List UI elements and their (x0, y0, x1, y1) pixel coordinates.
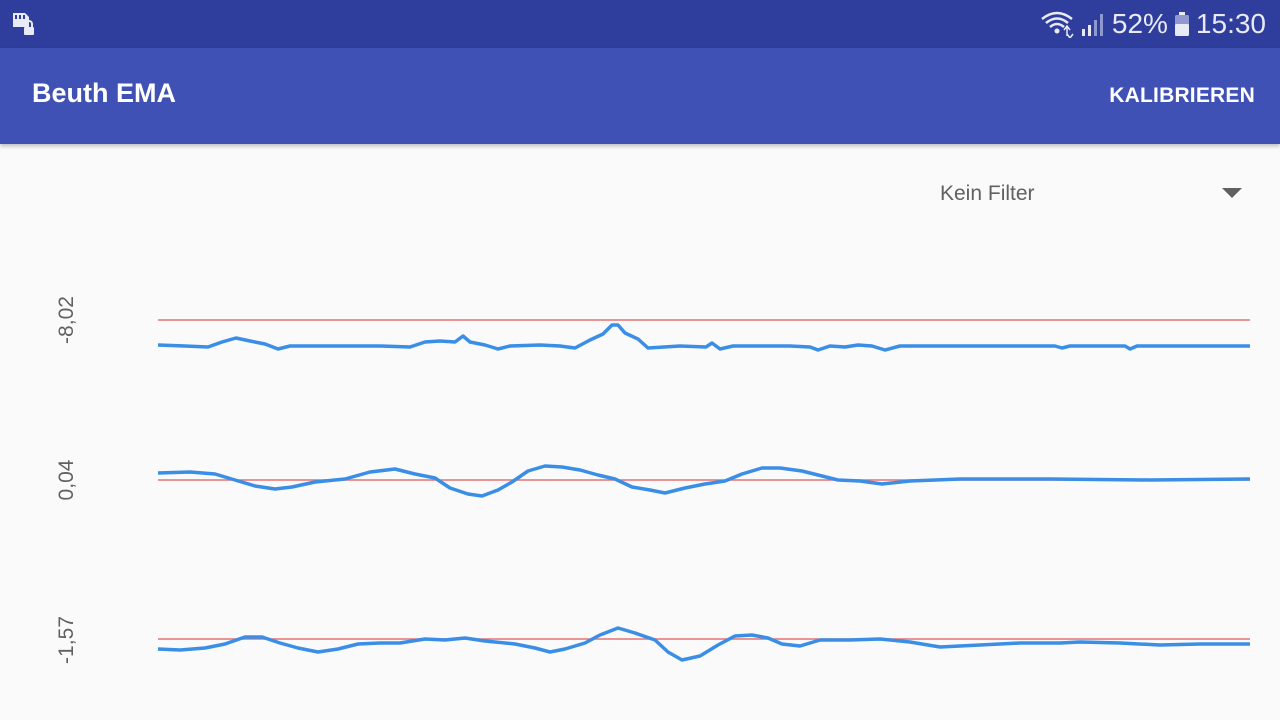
graph-3-signal-line (157, 626, 1250, 662)
signal-graphs (157, 319, 1251, 662)
graph-1 (157, 319, 1250, 352)
graph-1-signal-line (157, 323, 1250, 352)
graph-2 (157, 464, 1251, 498)
graph-3 (157, 626, 1250, 662)
graph-2-signal-line (157, 464, 1251, 498)
